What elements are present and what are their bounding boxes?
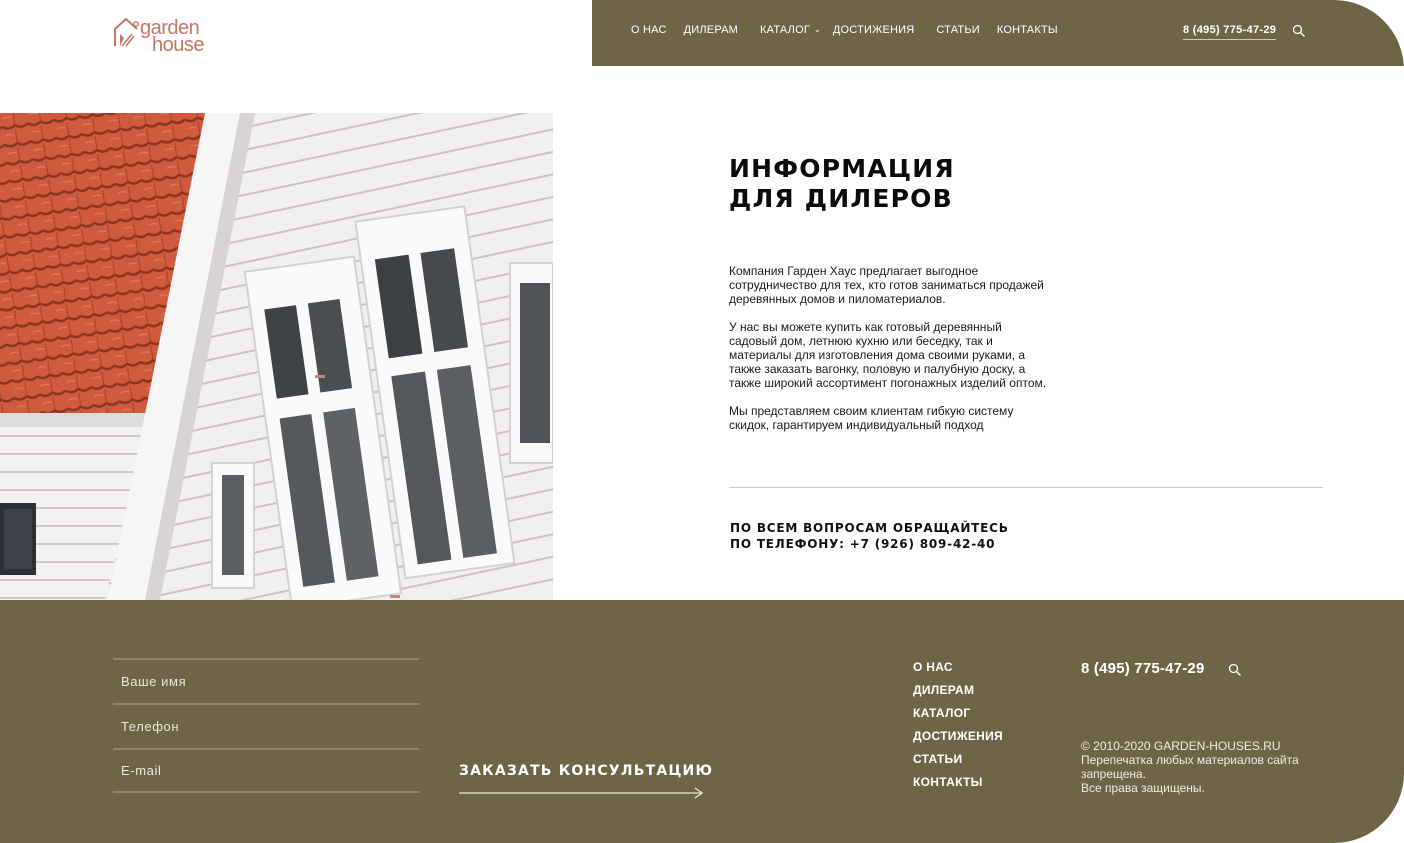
email-field[interactable]: E-mail bbox=[113, 748, 419, 793]
nav-item-articles[interactable]: СТАТЬИ bbox=[936, 24, 979, 36]
footer-nav-about[interactable]: О НАС bbox=[913, 660, 1003, 683]
divider bbox=[729, 487, 1323, 488]
nav-item-catalog[interactable]: КАТАЛОГ ⌄ bbox=[760, 24, 821, 36]
header-bar: О НАС ДИЛЕРАМ КАТАЛОГ ⌄ ДОСТИЖЕНИЯ СТАТЬИ… bbox=[592, 0, 1404, 66]
name-field[interactable]: Ваше имя bbox=[113, 658, 419, 703]
copyright-line: запрещена. bbox=[1081, 767, 1147, 781]
header-phone-link[interactable]: 8 (495) 775-47-29 bbox=[1183, 24, 1277, 40]
logo-word-house: house bbox=[152, 34, 205, 56]
main-nav: О НАС ДИЛЕРАМ КАТАЛОГ ⌄ ДОСТИЖЕНИЯ СТАТЬИ… bbox=[631, 24, 1074, 36]
copyright-line: Перепечатка любых материалов сайта bbox=[1081, 753, 1299, 767]
chevron-down-icon: ⌄ bbox=[813, 25, 821, 34]
nav-item-dealers[interactable]: ДИЛЕРАМ bbox=[684, 24, 738, 36]
footer-nav: О НАС ДИЛЕРАМ КАТАЛОГ ДОСТИЖЕНИЯ СТАТЬИ … bbox=[913, 660, 1003, 798]
nav-item-catalog-label: КАТАЛОГ bbox=[760, 24, 810, 36]
footer-phone-link[interactable]: 8 (495) 775-47-29 bbox=[1081, 660, 1204, 677]
footer-nav-dealers[interactable]: ДИЛЕРАМ bbox=[913, 683, 1003, 706]
footer-nav-articles[interactable]: СТАТЬИ bbox=[913, 752, 1003, 775]
footer: Ваше имя Телефон E-mail ЗАКАЗАТЬ КОНСУЛЬ… bbox=[0, 600, 1404, 843]
order-consultation-button[interactable]: ЗАКАЗАТЬ КОНСУЛЬТАЦИЮ bbox=[459, 763, 714, 799]
phone-field[interactable]: Телефон bbox=[113, 703, 419, 748]
footer-nav-achievements[interactable]: ДОСТИЖЕНИЯ bbox=[913, 729, 1003, 752]
copyright-line: © 2010-2020 GARDEN-HOUSES.RU bbox=[1081, 739, 1281, 753]
dealer-info-text: Компания Гарден Хаус предлагает выгодное… bbox=[729, 264, 1049, 446]
nav-item-contacts[interactable]: КОНТАКТЫ bbox=[997, 24, 1058, 36]
page-title-line1: ИНФОРМАЦИЯ bbox=[729, 154, 955, 183]
copyright-line: Все права защищены. bbox=[1081, 781, 1205, 795]
footer-nav-contacts[interactable]: КОНТАКТЫ bbox=[913, 775, 1003, 798]
contact-note-line1: ПО ВСЕМ ВОПРОСАМ ОБРАЩАЙТЕСЬ bbox=[730, 521, 1009, 535]
logo[interactable]: garden house bbox=[112, 16, 242, 58]
info-paragraph: Компания Гарден Хаус предлагает выгодное… bbox=[729, 264, 1044, 306]
contact-note-line2: ПО ТЕЛЕФОНУ: +7 (926) 809-42-40 bbox=[730, 537, 996, 551]
arrow-right-icon bbox=[459, 787, 704, 799]
consultation-form: Ваше имя Телефон E-mail bbox=[113, 658, 419, 793]
footer-nav-catalog[interactable]: КАТАЛОГ bbox=[913, 706, 1003, 729]
search-icon[interactable] bbox=[1228, 663, 1242, 677]
page: garden house О НАС ДИЛЕРАМ КАТАЛОГ ⌄ ДОСТ… bbox=[0, 0, 1404, 843]
order-consultation-label: ЗАКАЗАТЬ КОНСУЛЬТАЦИЮ bbox=[459, 763, 714, 779]
contact-note: ПО ВСЕМ ВОПРОСАМ ОБРАЩАЙТЕСЬ ПО ТЕЛЕФОНУ… bbox=[730, 520, 1009, 552]
nav-item-achievements[interactable]: ДОСТИЖЕНИЯ bbox=[833, 24, 915, 36]
page-title: ИНФОРМАЦИЯ ДЛЯ ДИЛЕРОВ bbox=[729, 154, 1129, 214]
info-paragraph: Мы представляем своим клиентам гибкую си… bbox=[729, 404, 1014, 432]
info-paragraph: У нас вы можете купить как готовый дерев… bbox=[729, 320, 1047, 390]
house-photo bbox=[0, 113, 553, 600]
copyright: © 2010-2020 GARDEN-HOUSES.RU Перепечатка… bbox=[1081, 739, 1321, 795]
page-title-line2: ДЛЯ ДИЛЕРОВ bbox=[729, 184, 953, 213]
nav-item-about[interactable]: О НАС bbox=[631, 24, 667, 36]
search-icon[interactable] bbox=[1292, 24, 1306, 38]
